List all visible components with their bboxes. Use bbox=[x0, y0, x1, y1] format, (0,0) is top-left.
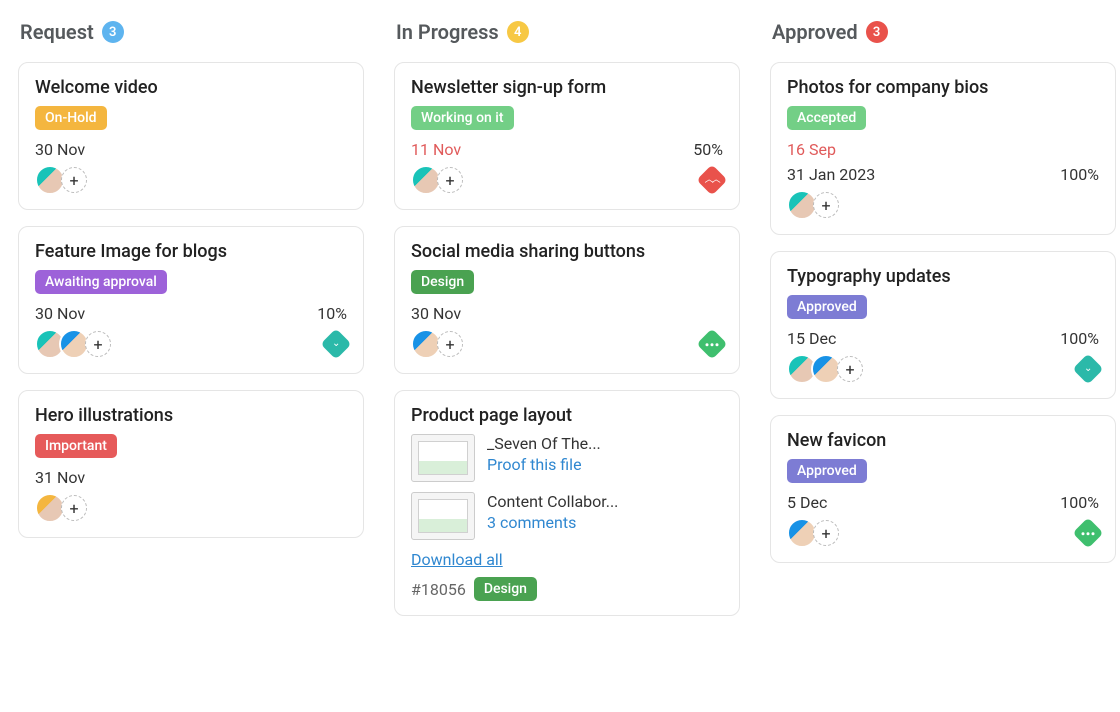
column-approved: Approved 3 Photos for company bios Accep… bbox=[770, 20, 1116, 632]
card-title: Social media sharing buttons bbox=[411, 241, 723, 262]
kanban-board: Request 3 Welcome video On-Hold 30 Nov +… bbox=[18, 20, 1102, 632]
task-card[interactable]: Typography updates Approved 15 Dec 100% … bbox=[770, 251, 1116, 399]
add-assignee-button[interactable]: + bbox=[61, 495, 87, 521]
status-tag: Approved bbox=[787, 459, 867, 483]
attachment-action-link[interactable]: 3 comments bbox=[487, 513, 618, 532]
column-title: Request bbox=[20, 20, 94, 44]
status-tag: Important bbox=[35, 434, 117, 458]
column-count-badge: 3 bbox=[102, 21, 124, 43]
card-percent: 50% bbox=[693, 140, 723, 159]
attachment: Content Collabor... 3 comments bbox=[411, 492, 723, 540]
card-percent: 100% bbox=[1060, 329, 1099, 348]
column-request: Request 3 Welcome video On-Hold 30 Nov +… bbox=[18, 20, 364, 632]
add-assignee-button[interactable]: + bbox=[437, 331, 463, 357]
status-tag: Approved bbox=[787, 295, 867, 319]
status-tag: Design bbox=[474, 577, 537, 601]
priority-icon[interactable] bbox=[1072, 517, 1103, 548]
card-date: 30 Nov bbox=[35, 140, 85, 159]
task-card[interactable]: Photos for company bios Accepted 16 Sep … bbox=[770, 62, 1116, 235]
card-title: Product page layout bbox=[411, 405, 723, 426]
attachment-name: Content Collabor... bbox=[487, 492, 618, 511]
status-tag: Accepted bbox=[787, 106, 866, 130]
column-header: Approved 3 bbox=[770, 20, 1116, 44]
priority-icon[interactable] bbox=[696, 328, 727, 359]
avatars: + bbox=[35, 329, 111, 359]
task-card[interactable]: Feature Image for blogs Awaiting approva… bbox=[18, 226, 364, 374]
avatars: + bbox=[35, 165, 87, 195]
task-card[interactable]: Hero illustrations Important 31 Nov + bbox=[18, 390, 364, 538]
attachment-thumbnail[interactable] bbox=[411, 492, 475, 540]
column-title: Approved bbox=[772, 20, 858, 44]
card-date: 15 Dec bbox=[787, 329, 836, 348]
card-date-secondary: 31 Jan 2023 bbox=[787, 165, 875, 184]
card-date: 11 Nov bbox=[411, 140, 461, 159]
avatars: + bbox=[787, 518, 839, 548]
priority-icon[interactable]: ︿︿ bbox=[696, 164, 727, 195]
column-header: In Progress 4 bbox=[394, 20, 740, 44]
card-date: 30 Nov bbox=[35, 304, 85, 323]
card-title: Hero illustrations bbox=[35, 405, 347, 426]
card-title: Photos for company bios bbox=[787, 77, 1099, 98]
task-card[interactable]: New favicon Approved 5 Dec 100% + bbox=[770, 415, 1116, 563]
priority-icon[interactable]: ⌄ bbox=[320, 328, 351, 359]
card-title: Welcome video bbox=[35, 77, 347, 98]
status-tag: Working on it bbox=[411, 106, 514, 130]
add-assignee-button[interactable]: + bbox=[437, 167, 463, 193]
add-assignee-button[interactable]: + bbox=[85, 331, 111, 357]
avatars: + bbox=[787, 354, 863, 384]
add-assignee-button[interactable]: + bbox=[61, 167, 87, 193]
card-date: 5 Dec bbox=[787, 493, 827, 512]
card-date: 30 Nov bbox=[411, 304, 461, 323]
column-count-badge: 4 bbox=[507, 21, 529, 43]
column-title: In Progress bbox=[396, 20, 499, 44]
add-assignee-button[interactable]: + bbox=[837, 356, 863, 382]
task-card[interactable]: Newsletter sign-up form Working on it 11… bbox=[394, 62, 740, 210]
column-header: Request 3 bbox=[18, 20, 364, 44]
status-tag: On-Hold bbox=[35, 106, 107, 130]
avatars: + bbox=[411, 165, 463, 195]
card-date: 31 Nov bbox=[35, 468, 85, 487]
card-title: New favicon bbox=[787, 430, 1099, 451]
add-assignee-button[interactable]: + bbox=[813, 520, 839, 546]
attachment-thumbnail[interactable] bbox=[411, 434, 475, 482]
status-tag: Awaiting approval bbox=[35, 270, 167, 294]
card-percent: 10% bbox=[317, 304, 347, 323]
status-tag: Design bbox=[411, 270, 474, 294]
card-title: Feature Image for blogs bbox=[35, 241, 347, 262]
add-assignee-button[interactable]: + bbox=[813, 192, 839, 218]
card-date: 16 Sep bbox=[787, 140, 836, 159]
task-id: #18056 bbox=[411, 580, 466, 599]
task-card[interactable]: Social media sharing buttons Design 30 N… bbox=[394, 226, 740, 374]
card-title: Typography updates bbox=[787, 266, 1099, 287]
avatars: + bbox=[787, 190, 839, 220]
column-count-badge: 3 bbox=[866, 21, 888, 43]
download-all-link[interactable]: Download all bbox=[411, 550, 503, 569]
card-title: Newsletter sign-up form bbox=[411, 77, 723, 98]
attachment: _Seven Of The... Proof this file bbox=[411, 434, 723, 482]
task-card[interactable]: Welcome video On-Hold 30 Nov + bbox=[18, 62, 364, 210]
card-percent: 100% bbox=[1060, 165, 1099, 184]
avatars: + bbox=[411, 329, 463, 359]
attachment-name: _Seven Of The... bbox=[487, 434, 601, 453]
column-in-progress: In Progress 4 Newsletter sign-up form Wo… bbox=[394, 20, 740, 632]
avatars: + bbox=[35, 493, 87, 523]
priority-icon[interactable]: ⌄ bbox=[1072, 353, 1103, 384]
task-card[interactable]: Product page layout _Seven Of The... Pro… bbox=[394, 390, 740, 616]
card-percent: 100% bbox=[1060, 493, 1099, 512]
attachment-action-link[interactable]: Proof this file bbox=[487, 455, 601, 474]
